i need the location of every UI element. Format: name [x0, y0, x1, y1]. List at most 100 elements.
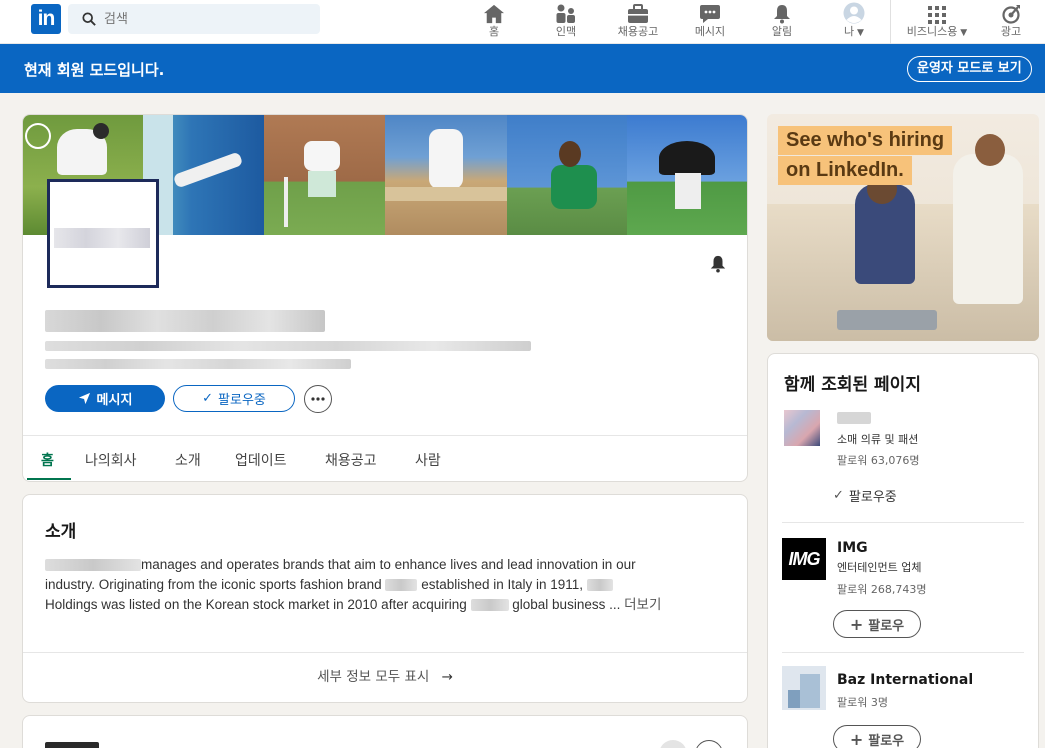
nav-messaging-label: 메시지: [694, 25, 726, 38]
linkedin-logo[interactable]: in: [31, 4, 61, 34]
about-card: 소개 manages and operates brands that aim …: [22, 494, 748, 703]
company-meta-redacted: [45, 359, 351, 369]
nav-divider: [890, 0, 891, 44]
nav-me-label: 나: [844, 25, 855, 38]
nav-advertise[interactable]: 광고: [994, 2, 1028, 42]
similar-page-3-button-label: 팔로우: [868, 733, 905, 748]
tab-jobs[interactable]: 채용공고: [325, 450, 377, 470]
similar-page-3-follow-button[interactable]: + 팔로우: [833, 725, 921, 748]
ad-person-right-head: [975, 134, 1005, 166]
nav-notifications-label: 알림: [771, 25, 793, 38]
briefcase-icon: [628, 4, 648, 23]
linkedin-hiring-ad[interactable]: See who's hiring on LinkedIn.: [767, 114, 1039, 341]
check-icon: ✓: [833, 487, 844, 503]
caret-down-icon: ▼: [957, 28, 968, 38]
tab-about[interactable]: 소개: [175, 450, 201, 470]
plus-icon: +: [849, 614, 864, 634]
carousel-prev-button[interactable]: [659, 740, 687, 748]
tab-posts[interactable]: 업데이트: [235, 450, 287, 470]
similar-page-3-name[interactable]: Baz International: [837, 672, 973, 688]
bell-icon: [774, 5, 790, 24]
following-button[interactable]: ✓ 팔로우중: [173, 385, 295, 412]
search-input[interactable]: [104, 4, 304, 34]
about-title: 소개: [45, 522, 77, 542]
similar-page-1-name-redacted: [837, 412, 871, 424]
nav-me[interactable]: 나 ▼: [836, 2, 872, 42]
nav-jobs-label: 채용공고: [617, 25, 659, 38]
nav-business-label: 비즈니스용: [906, 25, 958, 38]
tagline-redacted: [45, 341, 531, 351]
message-button[interactable]: 메시지: [45, 385, 165, 412]
cover-photo-court: [264, 115, 385, 235]
following-button-label: 팔로우중: [218, 393, 266, 408]
message-button-label: 메시지: [96, 393, 133, 408]
view-as-admin-button[interactable]: 운영자 모드로 보기: [907, 56, 1032, 82]
img-logo[interactable]: IMG: [782, 538, 826, 580]
nav-network[interactable]: 인맥: [546, 2, 586, 42]
nav-notifications[interactable]: 알림: [766, 2, 798, 42]
more-options-button[interactable]: [304, 385, 332, 413]
company-name-redacted: [586, 579, 613, 592]
nav-messaging[interactable]: 메시지: [690, 2, 730, 42]
nav-jobs[interactable]: 채용공고: [610, 2, 666, 42]
similar-page-2-followers: 팔로워 268,743명: [837, 583, 927, 596]
about-description: manages and operates brands that aim to …: [45, 555, 735, 615]
nav-home[interactable]: 홈: [476, 2, 512, 42]
similar-pages-title: 함께 조회된 페이지: [784, 375, 921, 395]
search-box[interactable]: [68, 4, 320, 34]
plus-icon: +: [849, 729, 864, 748]
cover-photo-terrace: [385, 115, 507, 235]
section-title-clipped: [45, 742, 99, 748]
similar-page-2-name[interactable]: IMG: [837, 540, 868, 556]
similar-page-1-followers: 팔로워 63,076명: [837, 454, 920, 467]
pages-people-also-viewed: 함께 조회된 페이지 소매 의류 및 패션 팔로워 63,076명 ✓ 팔로우중 …: [767, 353, 1039, 748]
grid-icon: [928, 6, 946, 24]
ellipsis-icon: [311, 397, 325, 401]
nav-business[interactable]: 비즈니스용 ▼: [900, 2, 974, 42]
cover-photo-golf: [507, 115, 627, 235]
about-line-1: manages and operates brands that aim to …: [141, 557, 636, 572]
brand-name-redacted: [385, 579, 418, 592]
similar-page-1-button-label: 팔로우중: [848, 489, 897, 505]
similar-page-2-follow-button[interactable]: + 팔로우: [833, 610, 921, 638]
company-logo[interactable]: [47, 179, 159, 288]
about-line-2a: industry. Originating from the iconic sp…: [45, 577, 382, 592]
similar-page-1-following-button[interactable]: ✓ 팔로우중: [833, 481, 897, 509]
page-tabs: 홈 나의회사 소개 업데이트 채용공고 사람: [23, 435, 747, 481]
company-logo-redacted: [54, 228, 150, 248]
nav-network-label: 인맥: [555, 25, 577, 38]
baz-international-logo[interactable]: [782, 666, 826, 710]
caret-down-icon: ▼: [854, 28, 864, 38]
member-mode-text: 현재 회원 모드입니다.: [24, 61, 165, 79]
ad-headline-2: on LinkedIn.: [778, 156, 912, 185]
ad-person-right: [953, 154, 1023, 304]
home-icon: [484, 4, 504, 24]
show-all-details-link[interactable]: 세부 정보 모두 표시 →: [23, 652, 747, 702]
about-line-2b: established in Italy in 1911,: [421, 577, 584, 592]
company-name-redacted: [45, 310, 325, 332]
ad-headline-1: See who's hiring: [778, 126, 953, 155]
brand-name-redacted: [470, 599, 509, 612]
ads-icon: [1002, 5, 1020, 24]
cover-photo-umbrella: [627, 115, 747, 235]
show-all-details-label: 세부 정보 모두 표시: [317, 669, 430, 685]
tab-people[interactable]: 사람: [415, 450, 441, 470]
divider: [782, 522, 1024, 523]
tab-my-company[interactable]: 나의회사: [85, 450, 137, 470]
company-name-redacted: [45, 559, 141, 572]
see-more-link[interactable]: 더보기: [624, 597, 661, 612]
carousel-next-button[interactable]: [695, 740, 723, 748]
arrow-right-icon: →: [441, 669, 453, 685]
similar-page-3-followers: 팔로워 3명: [837, 696, 888, 709]
cover-photo-pool: [143, 115, 264, 235]
nav-home-label: 홈: [488, 25, 500, 38]
similar-page-1-logo[interactable]: [784, 410, 820, 446]
tab-home[interactable]: 홈: [41, 450, 54, 470]
company-profile-card: 메시지 ✓ 팔로우중 홈 나의회사 소개 업데이트 채용공고 사람: [22, 114, 748, 482]
notification-bell-icon[interactable]: [709, 255, 727, 273]
about-line-3b: global business ...: [512, 597, 621, 612]
about-line-3a: Holdings was listed on the Korean stock …: [45, 597, 467, 612]
similar-page-1-industry: 소매 의류 및 패션: [837, 433, 919, 446]
similar-page-2-industry: 엔터테인먼트 업체: [837, 561, 922, 574]
active-tab-indicator: [27, 478, 71, 480]
